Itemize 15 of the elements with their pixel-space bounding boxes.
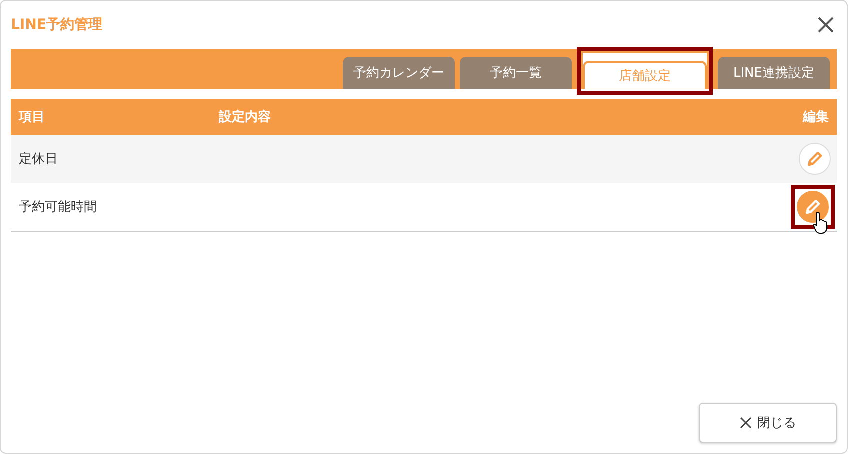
tab[interactable]: 予約一覧 [460,57,572,89]
close-button[interactable]: 閉じる [699,403,837,443]
column-header: 編集 [803,110,829,125]
column-header: 設定内容 [219,110,271,125]
dialog-title: LINE予約管理 [11,16,102,34]
tab[interactable]: 予約カレンダー [343,57,455,89]
column-header: 項目 [19,110,45,125]
edit-button[interactable] [797,191,829,223]
close-icon [740,417,752,429]
tab[interactable]: LINE連携設定 [718,57,830,89]
table-cell: 予約可能時間 [19,200,97,215]
table-cell: 定休日 [19,152,58,167]
tab[interactable]: 店舗設定 [583,61,707,89]
pencil-icon [806,150,824,168]
pencil-icon [804,198,822,216]
